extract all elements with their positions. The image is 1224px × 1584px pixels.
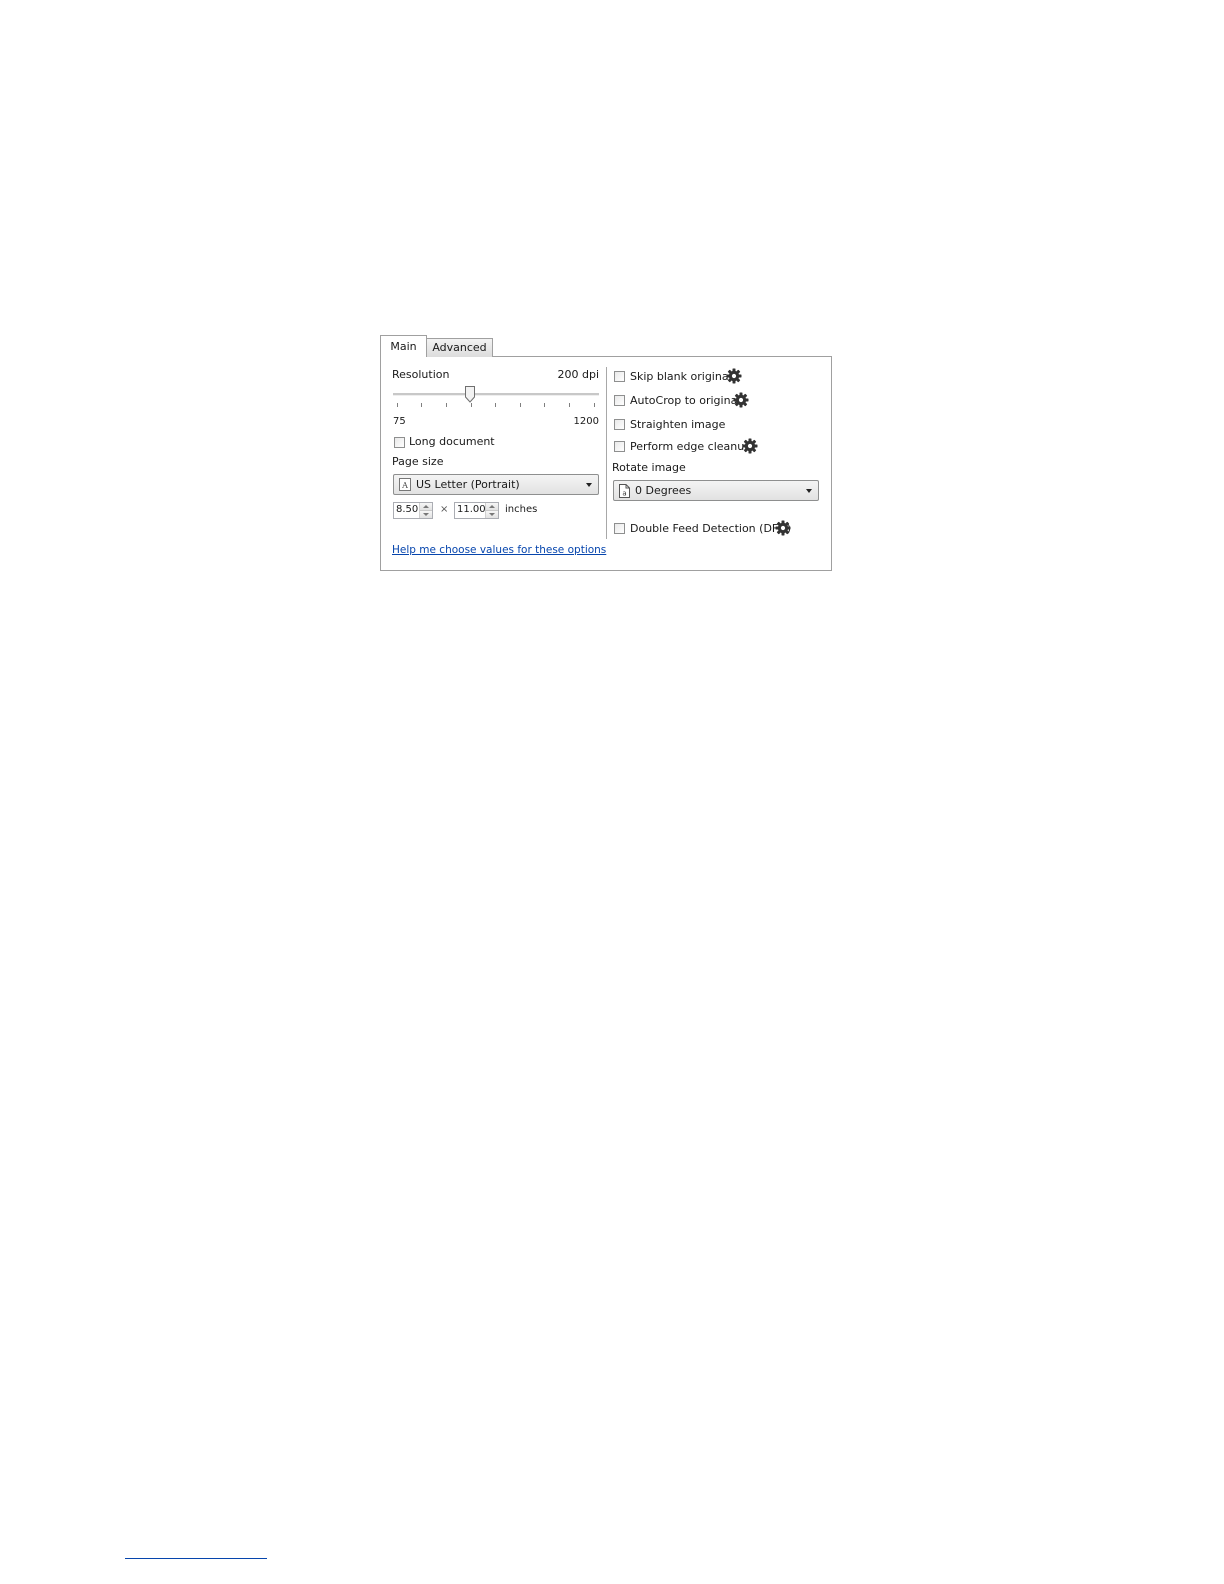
slider-tick <box>421 403 422 407</box>
page-height-value[interactable]: 11.00 <box>457 504 486 515</box>
page-size-units: inches <box>505 504 538 515</box>
dimension-separator: × <box>440 504 449 515</box>
footnote-separator-line <box>125 1558 267 1559</box>
slider-tick <box>520 403 521 407</box>
gear-icon[interactable] <box>775 520 791 536</box>
autocrop-checkbox[interactable] <box>614 395 625 406</box>
page-width-spinner[interactable]: 8.50 <box>393 502 433 519</box>
long-document-checkbox[interactable] <box>394 437 405 448</box>
arrow-up-icon <box>489 505 495 508</box>
gear-icon[interactable] <box>733 392 749 408</box>
page-size-dropdown[interactable]: A US Letter (Portrait) <box>393 474 599 495</box>
resolution-slider-ticks <box>397 403 595 409</box>
resolution-slider-thumb[interactable] <box>465 386 475 403</box>
slider-tick <box>446 403 447 407</box>
svg-text:a: a <box>622 490 626 498</box>
skip-blank-label[interactable]: Skip blank originals <box>630 370 737 383</box>
resolution-min-label: 75 <box>393 416 406 427</box>
page-size-label: Page size <box>392 455 444 468</box>
resolution-slider-track[interactable] <box>393 393 599 396</box>
gear-icon[interactable] <box>742 438 758 454</box>
arrow-up-icon <box>423 505 429 508</box>
tab-main[interactable]: Main <box>380 335 427 357</box>
dfd-label[interactable]: Double Feed Detection (DFD) <box>630 522 791 535</box>
slider-tick <box>495 403 496 407</box>
chevron-down-icon <box>586 483 592 487</box>
help-link[interactable]: Help me choose values for these options <box>392 544 606 556</box>
slider-tick <box>471 403 472 407</box>
skip-blank-checkbox[interactable] <box>614 371 625 382</box>
resolution-label: Resolution <box>392 368 450 381</box>
main-tab-panel: Resolution 200 dpi 75 1200 Long document… <box>380 356 832 571</box>
long-document-label[interactable]: Long document <box>409 435 495 448</box>
scan-settings-dialog: Main Advanced Resolution 200 dpi 75 1200… <box>380 335 832 571</box>
edge-cleanup-checkbox[interactable] <box>614 441 625 452</box>
tab-advanced[interactable]: Advanced <box>426 338 493 357</box>
gear-icon[interactable] <box>726 368 742 384</box>
slider-tick <box>544 403 545 407</box>
edge-cleanup-label[interactable]: Perform edge cleanup <box>630 440 751 453</box>
page-width-increment-button[interactable] <box>420 503 432 511</box>
page-height-decrement-button[interactable] <box>486 511 498 518</box>
autocrop-label[interactable]: AutoCrop to original <box>630 394 740 407</box>
slider-tick <box>397 403 398 407</box>
page-width-value[interactable]: 8.50 <box>396 504 418 515</box>
resolution-max-label: 1200 <box>573 416 599 427</box>
arrow-down-icon <box>489 513 495 516</box>
rotate-image-label: Rotate image <box>612 461 686 474</box>
page-size-selected: US Letter (Portrait) <box>416 478 520 491</box>
resolution-value: 200 dpi <box>557 368 599 381</box>
page-width-spin-buttons <box>419 503 432 518</box>
dfd-checkbox[interactable] <box>614 523 625 534</box>
chevron-down-icon <box>806 489 812 493</box>
column-divider <box>606 367 607 539</box>
straighten-label[interactable]: Straighten image <box>630 418 725 431</box>
slider-tick <box>594 403 595 407</box>
rotate-page-icon: a <box>619 484 630 498</box>
page-width-decrement-button[interactable] <box>420 511 432 518</box>
rotate-image-dropdown[interactable]: a 0 Degrees <box>613 480 819 501</box>
page-height-increment-button[interactable] <box>486 503 498 511</box>
page-letter-icon: A <box>399 478 411 491</box>
slider-tick <box>569 403 570 407</box>
straighten-checkbox[interactable] <box>614 419 625 430</box>
svg-text:A: A <box>401 481 408 490</box>
arrow-down-icon <box>423 513 429 516</box>
rotate-image-selected: 0 Degrees <box>635 484 692 497</box>
page-height-spin-buttons <box>485 503 498 518</box>
page-height-spinner[interactable]: 11.00 <box>454 502 499 519</box>
